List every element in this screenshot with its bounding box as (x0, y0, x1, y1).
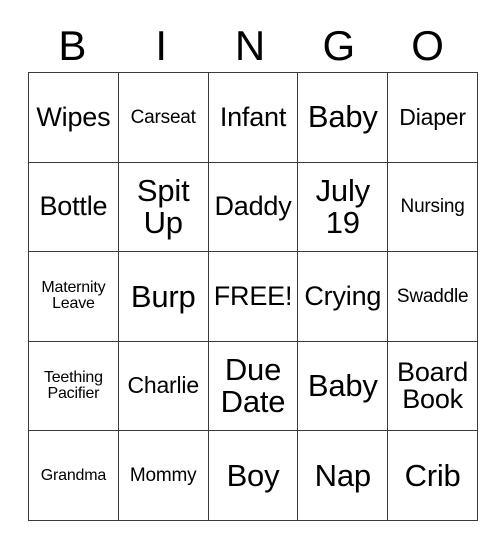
bingo-cell[interactable]: Maternity Leave (28, 251, 119, 342)
bingo-cell-label: Carseat (130, 106, 196, 128)
bingo-cell-label: Crying (304, 280, 382, 311)
bingo-cell[interactable]: Mommy (117, 430, 209, 521)
bingo-header-letter-n: N (234, 22, 266, 69)
bingo-cell-label: Mommy (129, 464, 197, 486)
bingo-row: Teething Pacifier Charlie Due Date Baby … (28, 340, 478, 432)
bingo-cell[interactable]: Wipes (28, 72, 119, 163)
bingo-header: B I N G O (28, 20, 472, 72)
bingo-cell-label: Nap (314, 457, 371, 493)
bingo-cell-label: Boy (226, 457, 280, 493)
bingo-cell-label: Spit Up (136, 173, 190, 240)
bingo-grid: Wipes Carseat Infant Baby Diaper Bottle … (28, 72, 478, 521)
bingo-cell[interactable]: Carseat (117, 72, 209, 163)
bingo-cell[interactable]: Baby (297, 72, 389, 163)
bingo-cell-label: Teething Pacifier (43, 368, 103, 403)
bingo-cell-label: Bottle (39, 191, 108, 222)
bingo-cell-label: FREE! (213, 280, 293, 311)
bingo-cell[interactable]: July 19 (297, 161, 389, 253)
bingo-row: Maternity Leave Burp FREE! Crying Swaddl… (28, 251, 478, 342)
bingo-cell-label: Grandma (40, 466, 107, 484)
bingo-cell[interactable]: Crib (387, 430, 478, 521)
bingo-cell[interactable]: Spit Up (117, 161, 209, 253)
bingo-cell-label: July 19 (315, 173, 371, 240)
bingo-cell-label: Infant (219, 101, 287, 132)
bingo-cell[interactable]: Nap (297, 430, 389, 521)
bingo-cell-label: Baby (307, 368, 378, 404)
bingo-header-letter-b: B (58, 22, 87, 69)
bingo-cell-label: Burp (130, 278, 196, 314)
bingo-cell[interactable]: Grandma (28, 430, 119, 521)
bingo-cell-label: Due Date (220, 352, 286, 420)
bingo-cell-label: Wipes (36, 101, 111, 132)
bingo-cell[interactable]: Crying (297, 251, 389, 342)
bingo-row: Wipes Carseat Infant Baby Diaper (28, 72, 478, 163)
bingo-cell[interactable]: Boy (207, 430, 299, 521)
bingo-header-letter-g: G (322, 22, 356, 69)
bingo-cell-label: Crib (404, 457, 461, 493)
bingo-cell[interactable]: Teething Pacifier (28, 340, 119, 432)
bingo-cell-label: Board Book (397, 356, 469, 415)
bingo-cell-label: Maternity Leave (41, 279, 106, 313)
bingo-header-letter-i: I (155, 22, 168, 69)
bingo-cell[interactable]: Diaper (387, 72, 478, 163)
bingo-cell[interactable]: Due Date (207, 340, 299, 432)
bingo-card: B I N G O Wipes Carseat Infant Baby Diap… (28, 20, 478, 521)
bingo-cell-free[interactable]: FREE! (207, 251, 299, 342)
bingo-cell[interactable]: Board Book (387, 340, 478, 432)
bingo-cell-label: Diaper (399, 103, 466, 130)
bingo-cell[interactable]: Infant (207, 72, 299, 163)
bingo-cell-label: Nursing (400, 196, 465, 218)
bingo-cell-label: Baby (307, 99, 378, 135)
bingo-cell[interactable]: Bottle (28, 161, 119, 253)
bingo-cell[interactable]: Burp (117, 251, 209, 342)
bingo-cell[interactable]: Daddy (207, 161, 299, 253)
bingo-cell[interactable]: Baby (297, 340, 389, 432)
bingo-row: Bottle Spit Up Daddy July 19 Nursing (28, 161, 478, 253)
bingo-header-letter-o: O (411, 22, 444, 69)
bingo-row: Grandma Mommy Boy Nap Crib (28, 430, 478, 521)
bingo-cell[interactable]: Nursing (387, 161, 478, 253)
bingo-cell[interactable]: Charlie (117, 340, 209, 432)
bingo-cell[interactable]: Swaddle (387, 251, 478, 342)
bingo-cell-label: Daddy (214, 191, 292, 222)
bingo-cell-label: Charlie (127, 372, 199, 399)
bingo-cell-label: Swaddle (396, 285, 469, 307)
